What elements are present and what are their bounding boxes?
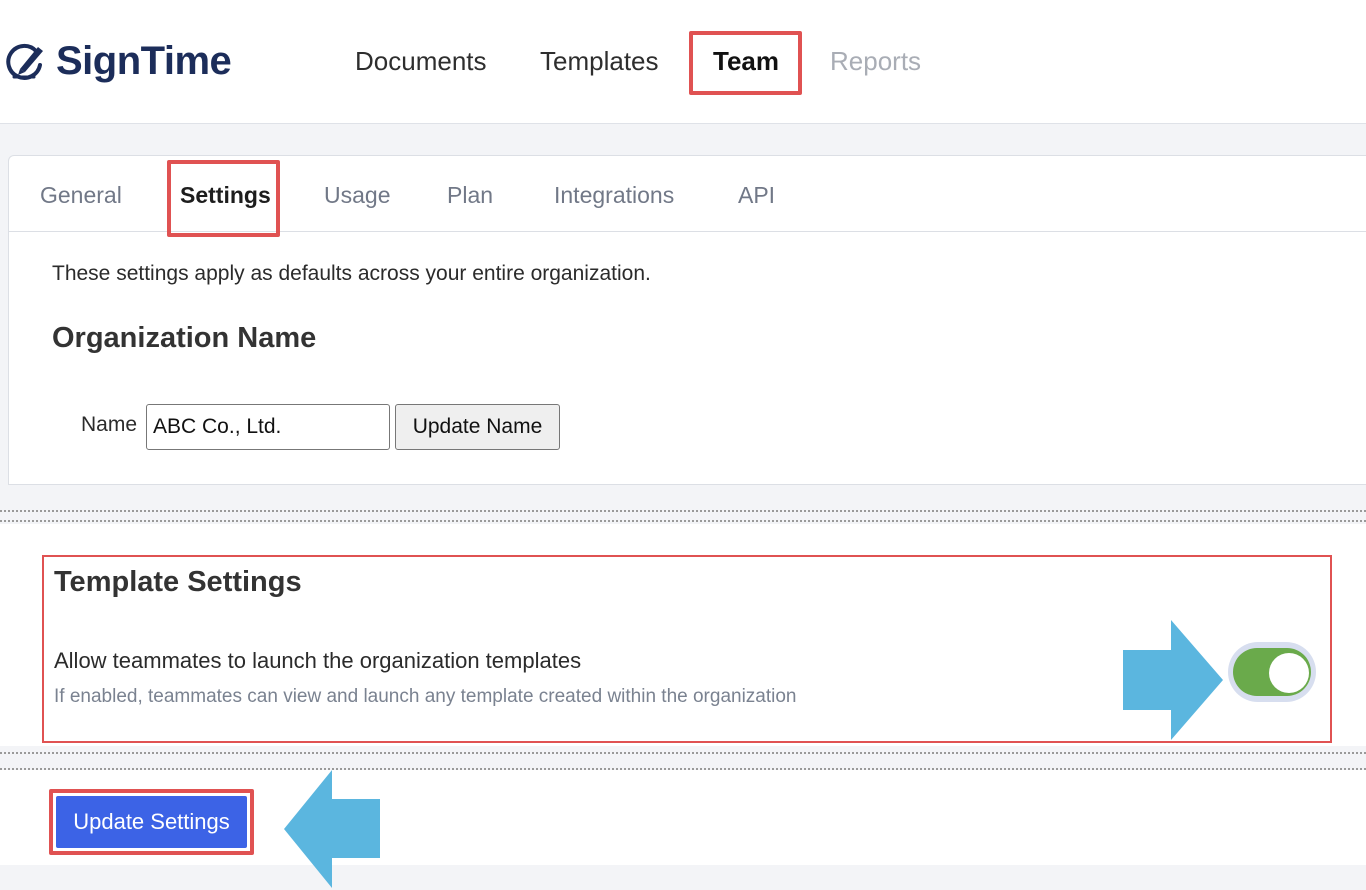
- nav-team-highlight: [689, 31, 802, 95]
- tab-general[interactable]: General: [40, 172, 122, 218]
- launch-templates-option-desc: If enabled, teammates can view and launc…: [54, 686, 797, 707]
- tab-integrations[interactable]: Integrations: [554, 172, 674, 218]
- nav-reports[interactable]: Reports: [830, 36, 921, 86]
- app-name: SignTime: [56, 38, 232, 83]
- org-name-heading: Organization Name: [52, 322, 317, 354]
- page: SignTime Documents Templates Team Report…: [0, 0, 1366, 890]
- org-name-label: Name: [81, 413, 138, 436]
- dotted-separator: [0, 752, 1366, 754]
- arrow-right-icon: [1123, 620, 1223, 740]
- logo[interactable]: SignTime: [6, 36, 232, 86]
- arrow-left-icon: [284, 770, 380, 888]
- tab-plan[interactable]: Plan: [447, 172, 493, 218]
- launch-templates-toggle[interactable]: [1228, 642, 1316, 702]
- dotted-separator: [0, 510, 1366, 512]
- tab-settings-highlight: [167, 160, 280, 237]
- dotted-separator: [0, 520, 1366, 522]
- pen-signature-icon: [6, 43, 43, 80]
- nav-templates[interactable]: Templates: [540, 36, 659, 86]
- top-bar: SignTime Documents Templates Team Report…: [0, 0, 1366, 124]
- launch-templates-option-title: Allow teammates to launch the organizati…: [54, 648, 582, 673]
- template-settings-heading: Template Settings: [54, 566, 302, 598]
- tab-api[interactable]: API: [738, 172, 775, 218]
- org-name-input[interactable]: [146, 404, 390, 450]
- toggle-knob: [1269, 653, 1309, 693]
- nav-documents[interactable]: Documents: [355, 36, 487, 86]
- update-name-button[interactable]: Update Name: [395, 404, 560, 450]
- update-settings-button[interactable]: Update Settings: [56, 796, 247, 848]
- settings-intro: These settings apply as defaults across …: [52, 262, 651, 285]
- tab-usage[interactable]: Usage: [324, 172, 390, 218]
